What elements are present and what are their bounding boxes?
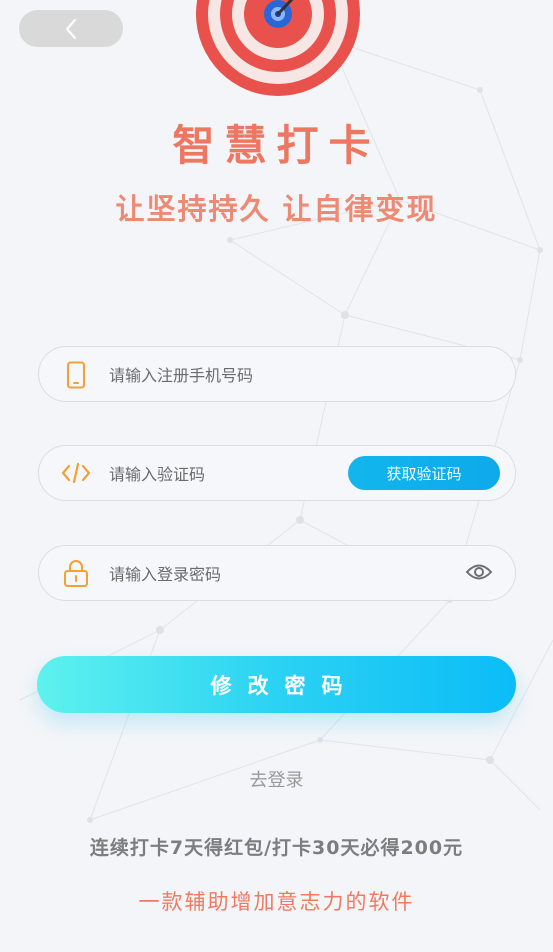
back-button[interactable] <box>19 10 123 47</box>
get-code-button[interactable]: 获取验证码 <box>348 456 500 490</box>
chevron-left-icon <box>64 18 78 40</box>
verification-code-field: 获取验证码 <box>38 445 516 502</box>
app-title: 智慧打卡 <box>172 121 381 170</box>
phone-field <box>38 346 516 403</box>
go-login-link[interactable]: 去登录 <box>0 766 553 792</box>
code-icon <box>61 461 91 485</box>
change-password-button[interactable]: 修改密码 <box>37 656 516 713</box>
phone-input[interactable] <box>107 347 371 403</box>
verification-code-input[interactable] <box>107 446 311 502</box>
eye-icon[interactable] <box>465 562 493 582</box>
tagline-text: 一款辅助增加意志力的软件 <box>138 890 415 914</box>
password-field <box>38 545 516 602</box>
password-input[interactable] <box>107 546 371 602</box>
phone-icon <box>65 361 87 389</box>
lock-icon <box>63 558 89 588</box>
app-slogan: 让坚持持久 让自律变现 <box>115 192 438 226</box>
target-dart-icon <box>195 0 361 98</box>
promo-text: 连续打卡7天得红包/打卡30天必得200元 <box>89 837 464 859</box>
